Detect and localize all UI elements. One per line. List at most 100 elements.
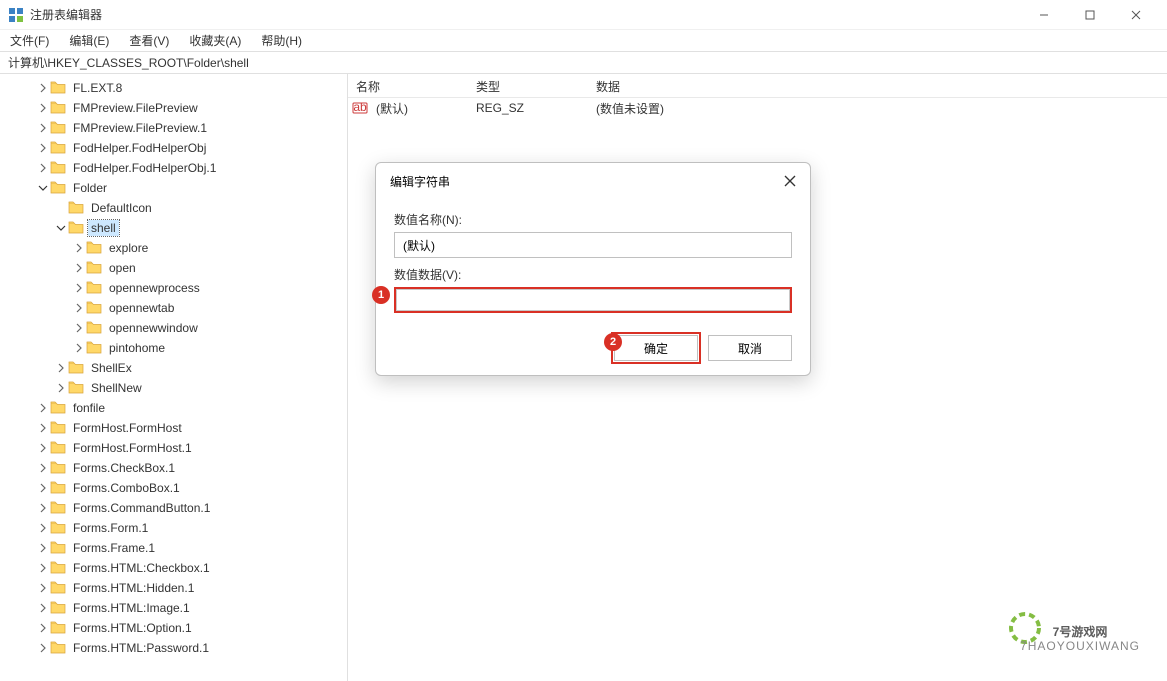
chevron-right-icon[interactable] (36, 521, 50, 535)
chevron-right-icon[interactable] (36, 561, 50, 575)
tree-item-label: shell (88, 220, 119, 236)
chevron-right-icon[interactable] (36, 441, 50, 455)
tree-item[interactable]: Forms.HTML:Option.1 (0, 618, 347, 638)
folder-icon (50, 160, 66, 177)
chevron-right-icon[interactable] (36, 501, 50, 515)
column-type[interactable]: 类型 (468, 74, 588, 97)
chevron-right-icon[interactable] (72, 341, 86, 355)
tree-item[interactable]: FormHost.FormHost.1 (0, 438, 347, 458)
tree-item-label: open (106, 260, 139, 276)
tree-item[interactable]: Forms.Frame.1 (0, 538, 347, 558)
chevron-right-icon[interactable] (36, 121, 50, 135)
tree-item[interactable]: Forms.HTML:Checkbox.1 (0, 558, 347, 578)
chevron-right-icon[interactable] (54, 361, 68, 375)
tree-item[interactable]: Forms.ComboBox.1 (0, 478, 347, 498)
tree-item-label: FormHost.FormHost (70, 420, 185, 436)
tree-pane[interactable]: FL.EXT.8 FMPreview.FilePreviewFMPreview.F… (0, 74, 348, 681)
chevron-down-icon[interactable] (54, 221, 68, 235)
menu-file[interactable]: 文件(F) (6, 30, 53, 51)
tree-item[interactable]: FodHelper.FodHelperObj.1 (0, 158, 347, 178)
menu-help[interactable]: 帮助(H) (257, 30, 306, 51)
tree-item[interactable]: Forms.HTML:Password.1 (0, 638, 347, 658)
tree-item[interactable]: FormHost.FormHost (0, 418, 347, 438)
tree-item[interactable]: open (0, 258, 347, 278)
tree-item[interactable]: FodHelper.FodHelperObj (0, 138, 347, 158)
tree-item[interactable]: fonfile (0, 398, 347, 418)
chevron-right-icon[interactable] (72, 281, 86, 295)
chevron-down-icon[interactable] (36, 181, 50, 195)
menu-favorites[interactable]: 收藏夹(A) (185, 30, 245, 51)
tree-item[interactable]: opennewprocess (0, 278, 347, 298)
tree-item-label: ShellEx (88, 360, 135, 376)
chevron-right-icon[interactable] (54, 381, 68, 395)
close-button[interactable] (1113, 0, 1159, 30)
tree-item-label: Forms.HTML:Hidden.1 (70, 580, 197, 596)
window-title: 注册表编辑器 (30, 6, 1021, 23)
folder-icon (50, 140, 66, 157)
list-row[interactable]: ab (默认) REG_SZ (数值未设置) (348, 98, 1167, 118)
folder-icon (50, 540, 66, 557)
tree-item[interactable]: Folder (0, 178, 347, 198)
ok-button[interactable]: 确定 (614, 335, 698, 361)
tree-item-label: FL.EXT.8 (70, 80, 125, 96)
cancel-button[interactable]: 取消 (708, 335, 792, 361)
tree-item[interactable]: opennewtab (0, 298, 347, 318)
folder-icon (50, 80, 66, 97)
tree-item[interactable]: Forms.HTML:Hidden.1 (0, 578, 347, 598)
chevron-right-icon[interactable] (36, 421, 50, 435)
folder-icon (68, 380, 84, 397)
tree-item[interactable]: FMPreview.FilePreview (0, 98, 347, 118)
tree-item[interactable]: shell (0, 218, 347, 238)
folder-icon (50, 420, 66, 437)
folder-icon (50, 560, 66, 577)
chevron-right-icon[interactable] (36, 621, 50, 635)
menu-edit[interactable]: 编辑(E) (65, 30, 113, 51)
tree-item[interactable]: ShellNew (0, 378, 347, 398)
chevron-right-icon[interactable] (36, 581, 50, 595)
tree-item[interactable]: FL.EXT.8 (0, 78, 347, 98)
annotation-2: 2 (604, 333, 622, 351)
chevron-right-icon[interactable] (36, 101, 50, 115)
tree-item[interactable]: pintohome (0, 338, 347, 358)
folder-icon (50, 100, 66, 117)
tree-item[interactable]: FMPreview.FilePreview.1 (0, 118, 347, 138)
tree-item[interactable]: Forms.HTML:Image.1 (0, 598, 347, 618)
minimize-button[interactable] (1021, 0, 1067, 30)
tree-item[interactable]: Forms.Form.1 (0, 518, 347, 538)
tree-item[interactable]: Forms.CommandButton.1 (0, 498, 347, 518)
chevron-right-icon[interactable] (36, 141, 50, 155)
chevron-right-icon[interactable] (72, 301, 86, 315)
cell-data: (数值未设置) (588, 98, 1167, 119)
tree-item[interactable]: explore (0, 238, 347, 258)
dialog-close-button[interactable] (780, 171, 800, 191)
chevron-right-icon[interactable] (72, 241, 86, 255)
title-bar: 注册表编辑器 (0, 0, 1167, 30)
column-name[interactable]: 名称 (348, 74, 468, 97)
tree-item[interactable]: DefaultIcon (0, 198, 347, 218)
chevron-right-icon[interactable] (36, 81, 50, 95)
chevron-right-icon[interactable] (36, 461, 50, 475)
menu-view[interactable]: 查看(V) (125, 30, 173, 51)
tree-item[interactable]: opennewwindow (0, 318, 347, 338)
tree-item[interactable]: ShellEx (0, 358, 347, 378)
maximize-button[interactable] (1067, 0, 1113, 30)
tree-item-label: DefaultIcon (88, 200, 155, 216)
chevron-right-icon[interactable] (72, 261, 86, 275)
chevron-right-icon[interactable] (36, 481, 50, 495)
address-bar[interactable]: 计算机\HKEY_CLASSES_ROOT\Folder\shell (0, 52, 1167, 74)
chevron-right-icon[interactable] (72, 321, 86, 335)
tree-item-label: Forms.Form.1 (70, 520, 151, 536)
folder-icon (50, 480, 66, 497)
chevron-right-icon[interactable] (36, 401, 50, 415)
value-name-input[interactable] (394, 232, 792, 258)
column-data[interactable]: 数据 (588, 74, 1167, 97)
value-data-input[interactable] (396, 289, 790, 311)
chevron-right-icon[interactable] (36, 641, 50, 655)
chevron-right-icon[interactable] (36, 161, 50, 175)
tree-item-label: explore (106, 240, 151, 256)
folder-icon (50, 620, 66, 637)
folder-icon (50, 400, 66, 417)
chevron-right-icon[interactable] (36, 601, 50, 615)
tree-item[interactable]: Forms.CheckBox.1 (0, 458, 347, 478)
chevron-right-icon[interactable] (36, 541, 50, 555)
